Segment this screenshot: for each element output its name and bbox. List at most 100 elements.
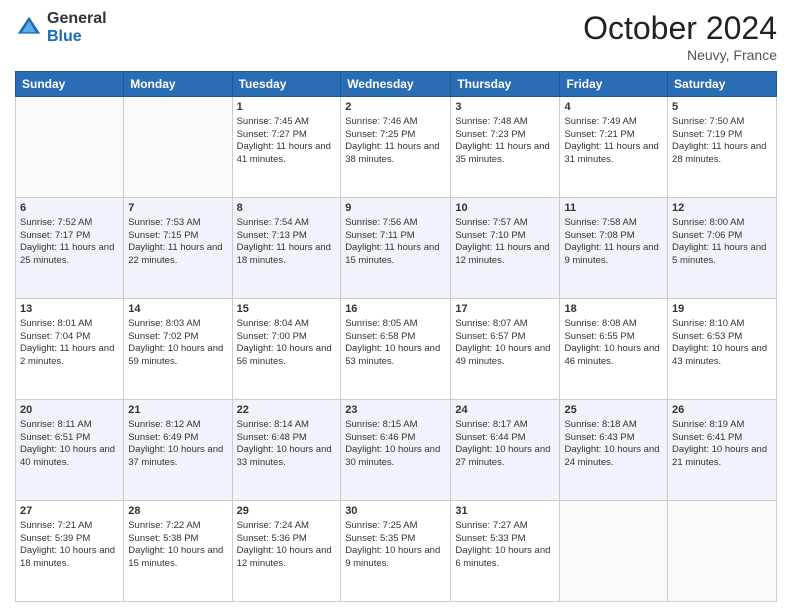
col-friday: Friday (560, 72, 668, 97)
sunrise-text: Sunrise: 8:10 AM (672, 318, 744, 329)
sunset-text: Sunset: 7:08 PM (564, 230, 634, 241)
daylight-text: Daylight: 10 hours and 59 minutes. (128, 343, 223, 367)
col-wednesday: Wednesday (341, 72, 451, 97)
daylight-text: Daylight: 10 hours and 24 minutes. (564, 444, 659, 468)
daylight-text: Daylight: 10 hours and 18 minutes. (20, 545, 115, 569)
sunset-text: Sunset: 7:00 PM (237, 331, 307, 342)
sunrise-text: Sunrise: 8:03 AM (128, 318, 200, 329)
day-number: 5 (672, 100, 772, 115)
sunset-text: Sunset: 6:46 PM (345, 432, 415, 443)
daylight-text: Daylight: 10 hours and 46 minutes. (564, 343, 659, 367)
day-number: 25 (564, 403, 663, 418)
sunrise-text: Sunrise: 8:05 AM (345, 318, 417, 329)
sunrise-text: Sunrise: 8:01 AM (20, 318, 92, 329)
sunrise-text: Sunrise: 7:48 AM (455, 116, 527, 127)
sunset-text: Sunset: 6:48 PM (237, 432, 307, 443)
table-row: 1Sunrise: 7:45 AMSunset: 7:27 PMDaylight… (232, 97, 341, 198)
sunset-text: Sunset: 7:17 PM (20, 230, 90, 241)
sunrise-text: Sunrise: 8:15 AM (345, 419, 417, 430)
sunset-text: Sunset: 7:06 PM (672, 230, 742, 241)
table-row: 21Sunrise: 8:12 AMSunset: 6:49 PMDayligh… (124, 400, 232, 501)
daylight-text: Daylight: 11 hours and 25 minutes. (20, 242, 114, 266)
table-row: 28Sunrise: 7:22 AMSunset: 5:38 PMDayligh… (124, 501, 232, 602)
sunset-text: Sunset: 6:51 PM (20, 432, 90, 443)
sunset-text: Sunset: 6:53 PM (672, 331, 742, 342)
logo-general-text: General (47, 10, 107, 27)
day-number: 4 (564, 100, 663, 115)
day-number: 9 (345, 201, 446, 216)
day-number: 1 (237, 100, 337, 115)
day-number: 12 (672, 201, 772, 216)
daylight-text: Daylight: 10 hours and 43 minutes. (672, 343, 767, 367)
table-row: 7Sunrise: 7:53 AM Sunset: 7:15 PMDaylight… (124, 198, 232, 299)
sunrise-text: Sunrise: 7:53 AM (128, 217, 200, 228)
sunset-text: Sunset: 7:15 PM (128, 230, 198, 241)
title-block: October 2024 Neuvy, France (583, 10, 777, 63)
calendar-week-row: 20Sunrise: 8:11 AMSunset: 6:51 PMDayligh… (16, 400, 777, 501)
daylight-text: Daylight: 10 hours and 27 minutes. (455, 444, 550, 468)
sunset-text: Sunset: 7:11 PM (345, 230, 415, 241)
sunset-text: Sunset: 7:13 PM (237, 230, 307, 241)
month-title: October 2024 (583, 10, 777, 47)
table-row: 31Sunrise: 7:27 AMSunset: 5:33 PMDayligh… (451, 501, 560, 602)
sunrise-text: Sunrise: 8:17 AM (455, 419, 527, 430)
day-number: 24 (455, 403, 555, 418)
daylight-text: Daylight: 11 hours and 22 minutes. (128, 242, 222, 266)
calendar-table: Sunday Monday Tuesday Wednesday Thursday… (15, 71, 777, 602)
sunrise-text: Sunrise: 7:24 AM (237, 520, 309, 531)
day-number: 10 (455, 201, 555, 216)
table-row: 16Sunrise: 8:05 AMSunset: 6:58 PMDayligh… (341, 299, 451, 400)
sunset-text: Sunset: 5:39 PM (20, 533, 90, 544)
calendar-week-row: 1Sunrise: 7:45 AMSunset: 7:27 PMDaylight… (16, 97, 777, 198)
daylight-text: Daylight: 11 hours and 18 minutes. (237, 242, 331, 266)
sunrise-text: Sunrise: 7:49 AM (564, 116, 636, 127)
sunset-text: Sunset: 7:25 PM (345, 129, 415, 140)
table-row: 9Sunrise: 7:56 AMSunset: 7:11 PMDaylight… (341, 198, 451, 299)
table-row: 22Sunrise: 8:14 AMSunset: 6:48 PMDayligh… (232, 400, 341, 501)
sunset-text: Sunset: 5:36 PM (237, 533, 307, 544)
col-thursday: Thursday (451, 72, 560, 97)
day-number: 2 (345, 100, 446, 115)
col-sunday: Sunday (16, 72, 124, 97)
sunrise-text: Sunrise: 8:07 AM (455, 318, 527, 329)
table-row: 29Sunrise: 7:24 AMSunset: 5:36 PMDayligh… (232, 501, 341, 602)
daylight-text: Daylight: 11 hours and 5 minutes. (672, 242, 766, 266)
day-number: 3 (455, 100, 555, 115)
daylight-text: Daylight: 11 hours and 9 minutes. (564, 242, 658, 266)
sunrise-text: Sunrise: 7:25 AM (345, 520, 417, 531)
daylight-text: Daylight: 11 hours and 41 minutes. (237, 141, 331, 165)
table-row: 13Sunrise: 8:01 AMSunset: 7:04 PMDayligh… (16, 299, 124, 400)
daylight-text: Daylight: 10 hours and 37 minutes. (128, 444, 223, 468)
table-row: 30Sunrise: 7:25 AMSunset: 5:35 PMDayligh… (341, 501, 451, 602)
sunset-text: Sunset: 6:58 PM (345, 331, 415, 342)
daylight-text: Daylight: 10 hours and 15 minutes. (128, 545, 223, 569)
logo: General Blue (15, 10, 107, 45)
sunrise-text: Sunrise: 7:52 AM (20, 217, 92, 228)
day-number: 7 (128, 201, 227, 216)
table-row: 17Sunrise: 8:07 AMSunset: 6:57 PMDayligh… (451, 299, 560, 400)
table-row (124, 97, 232, 198)
sunset-text: Sunset: 7:10 PM (455, 230, 525, 241)
daylight-text: Daylight: 11 hours and 35 minutes. (455, 141, 549, 165)
col-tuesday: Tuesday (232, 72, 341, 97)
logo-blue-text: Blue (47, 28, 82, 45)
daylight-text: Daylight: 10 hours and 12 minutes. (237, 545, 332, 569)
table-row: 3Sunrise: 7:48 AM Sunset: 7:23 PMDaylight… (451, 97, 560, 198)
day-number: 23 (345, 403, 446, 418)
day-number: 6 (20, 201, 119, 216)
sunset-text: Sunset: 5:33 PM (455, 533, 525, 544)
header: General Blue October 2024 Neuvy, France (15, 10, 777, 63)
sunset-text: Sunset: 7:02 PM (128, 331, 198, 342)
table-row: 2Sunrise: 7:46 AMSunset: 7:25 PMDaylight… (341, 97, 451, 198)
sunrise-text: Sunrise: 7:46 AM (345, 116, 417, 127)
sunset-text: Sunset: 7:23 PM (455, 129, 525, 140)
sunset-text: Sunset: 7:27 PM (237, 129, 307, 140)
day-number: 30 (345, 504, 446, 519)
sunset-text: Sunset: 6:41 PM (672, 432, 742, 443)
col-saturday: Saturday (668, 72, 777, 97)
sunrise-text: Sunrise: 8:11 AM (20, 419, 92, 430)
day-number: 14 (128, 302, 227, 317)
day-number: 18 (564, 302, 663, 317)
day-number: 17 (455, 302, 555, 317)
table-row: 26Sunrise: 8:19 AMSunset: 6:41 PMDayligh… (668, 400, 777, 501)
